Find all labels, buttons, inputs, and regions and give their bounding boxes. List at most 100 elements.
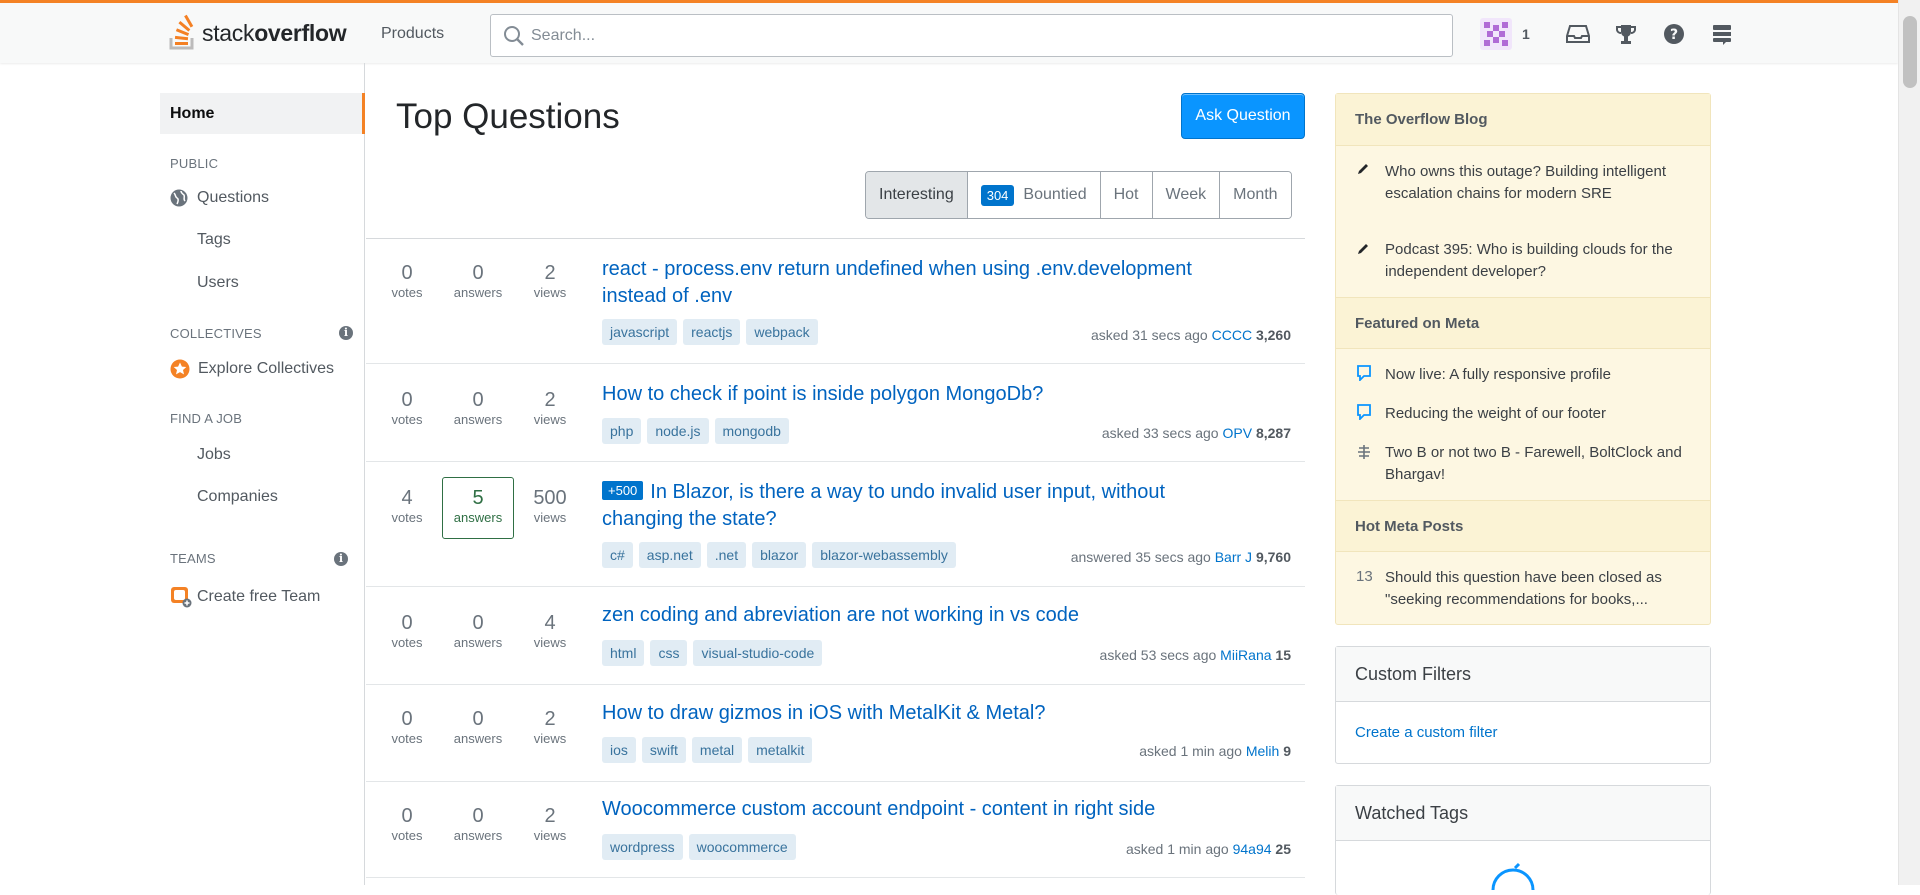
user-link[interactable]: OPV <box>1222 425 1252 441</box>
nav-companies[interactable]: Companies <box>197 488 278 506</box>
custom-filters-heading: Custom Filters <box>1336 647 1710 702</box>
hot-meta-heading: Hot Meta Posts <box>1336 500 1710 552</box>
nav-tags[interactable]: Tags <box>197 231 231 249</box>
question-meta: answered 35 secs ago Barr J 9,760 <box>1070 549 1291 565</box>
inbox-button[interactable] <box>1554 17 1602 51</box>
tag[interactable]: php <box>602 418 642 444</box>
create-custom-filter-link[interactable]: Create a custom filter <box>1336 702 1710 763</box>
vote-count: 0 votes <box>391 262 423 300</box>
question-title-link[interactable]: zen coding and abreviation are not worki… <box>602 602 1242 629</box>
question-meta: asked 53 secs ago MiiRana 15 <box>1099 647 1291 663</box>
stackoverflow-logo[interactable]: stackoverflow <box>168 13 347 53</box>
tag[interactable]: asp.net <box>638 542 701 568</box>
reputation-count[interactable]: 1 <box>1522 26 1530 42</box>
nav-section-collectives: COLLECTIVES <box>170 326 262 341</box>
question-filter-tabs: Interesting 304 Bountied Hot Week Month <box>865 171 1292 219</box>
scrollbar-thumb[interactable] <box>1903 16 1917 88</box>
logo-text: stackoverflow <box>202 19 347 46</box>
view-count: 2 views <box>533 262 567 300</box>
question-tags: ios swift metal metalkit <box>602 737 813 763</box>
pencil-icon <box>1358 244 1368 254</box>
tag[interactable]: metalkit <box>748 737 813 763</box>
tab-month[interactable]: Month <box>1219 172 1291 218</box>
help-button[interactable]: ? <box>1650 17 1698 51</box>
vote-count: 0 votes <box>391 708 423 746</box>
tag[interactable]: ios <box>602 737 636 763</box>
top-bar: stackoverflow Products Search... 1 ? <box>0 0 1898 63</box>
svg-text:?: ? <box>1670 27 1678 43</box>
answer-count: 0 answers <box>453 805 503 843</box>
tag[interactable]: metal <box>691 737 743 763</box>
avatar[interactable] <box>1480 18 1512 50</box>
search-icon <box>504 26 524 46</box>
achievements-button[interactable] <box>1602 17 1650 51</box>
question-meta: asked 33 secs ago OPV 8,287 <box>1101 425 1291 441</box>
tag[interactable]: reactjs <box>683 319 741 345</box>
view-count: 4 views <box>533 612 567 650</box>
blog-link[interactable]: Podcast 395: Who is building clouds for … <box>1385 239 1685 283</box>
watched-tags-illustration-icon <box>1491 862 1535 891</box>
nav-questions[interactable]: Questions <box>170 189 269 207</box>
meta-link[interactable]: Reducing the weight of our footer <box>1385 403 1685 425</box>
tag[interactable]: blazor <box>752 542 807 568</box>
question-tags: c# asp.net .net blazor blazor-webassembl… <box>602 542 956 568</box>
meta-link[interactable]: Now live: A fully responsive profile <box>1385 364 1685 386</box>
nav-home[interactable]: Home <box>160 93 365 134</box>
tag[interactable]: blazor-webassembly <box>812 542 956 568</box>
nav-users[interactable]: Users <box>197 274 239 292</box>
nav-section-public: PUBLIC <box>170 156 219 171</box>
stackoverflow-logo-icon <box>169 14 194 50</box>
tag[interactable]: webpack <box>746 319 818 345</box>
user-link[interactable]: Barr J <box>1215 549 1252 565</box>
tag[interactable]: mongodb <box>714 418 789 444</box>
tag[interactable]: woocommerce <box>688 834 796 860</box>
search-input[interactable]: Search... <box>490 14 1453 57</box>
nav-jobs[interactable]: Jobs <box>197 446 231 464</box>
nav-explore-collectives[interactable]: Explore Collectives <box>170 359 334 379</box>
view-count: 500 views <box>533 487 567 525</box>
vote-count: 0 votes <box>391 612 423 650</box>
question-row: 0 votes 0 answers 4 views zen coding and ab… <box>366 587 1305 685</box>
question-title-link[interactable]: Woocommerce custom account endpoint - co… <box>602 796 1242 823</box>
custom-filters-widget: Custom Filters Create a custom filter <box>1335 646 1711 764</box>
nav-create-team[interactable]: Create free Team <box>170 586 320 608</box>
tag[interactable]: node.js <box>647 418 709 444</box>
tab-week[interactable]: Week <box>1151 172 1220 218</box>
question-title-link[interactable]: How to draw gizmos in iOS with MetalKit … <box>602 700 1242 727</box>
site-switcher-button[interactable] <box>1698 17 1746 51</box>
collectives-star-icon <box>170 359 190 379</box>
question-meta: asked 1 min ago 94a94 25 <box>1125 841 1291 857</box>
products-menu[interactable]: Products <box>381 25 444 43</box>
tag[interactable]: swift <box>641 737 686 763</box>
tag[interactable]: wordpress <box>602 834 683 860</box>
tag[interactable]: c# <box>602 542 633 568</box>
meta-link[interactable]: Two B or not two B - Farewell, BoltClock… <box>1385 442 1685 486</box>
ask-question-button[interactable]: Ask Question <box>1181 93 1305 139</box>
answer-count: 0 answers <box>453 708 503 746</box>
question-title-link[interactable]: react - process.env return undefined whe… <box>602 256 1242 310</box>
collectives-info-icon[interactable]: i <box>339 326 353 340</box>
help-icon: ? <box>1663 24 1684 44</box>
hot-meta-link[interactable]: Should this question have been closed as… <box>1385 567 1685 611</box>
tab-hot[interactable]: Hot <box>1099 172 1152 218</box>
answer-count: 0 answers <box>453 262 503 300</box>
tag[interactable]: .net <box>706 542 747 568</box>
question-title-link[interactable]: How to check if point is inside polygon … <box>602 381 1242 408</box>
tag[interactable]: visual-studio-code <box>693 640 823 666</box>
tab-interesting[interactable]: Interesting <box>866 172 967 218</box>
question-tags: php node.js mongodb <box>602 418 789 444</box>
tag[interactable]: html <box>602 640 645 666</box>
scrollbar[interactable] <box>1898 0 1920 885</box>
user-link[interactable]: MiiRana <box>1220 647 1271 663</box>
stack-exchange-icon <box>1358 445 1370 459</box>
user-link[interactable]: 94a94 <box>1233 841 1272 857</box>
vote-count: 0 votes <box>391 805 423 843</box>
user-link[interactable]: CCCC <box>1212 327 1252 343</box>
tab-bountied[interactable]: 304 Bountied <box>966 172 1100 218</box>
user-link[interactable]: Melih <box>1246 743 1279 759</box>
blog-link[interactable]: Who owns this outage? Building intellige… <box>1385 161 1685 205</box>
tag[interactable]: css <box>650 640 688 666</box>
tag[interactable]: javascript <box>602 319 678 345</box>
teams-info-icon[interactable]: i <box>334 552 348 566</box>
question-title-link[interactable]: +500 In Blazor, is there a way to undo in… <box>602 477 1242 533</box>
